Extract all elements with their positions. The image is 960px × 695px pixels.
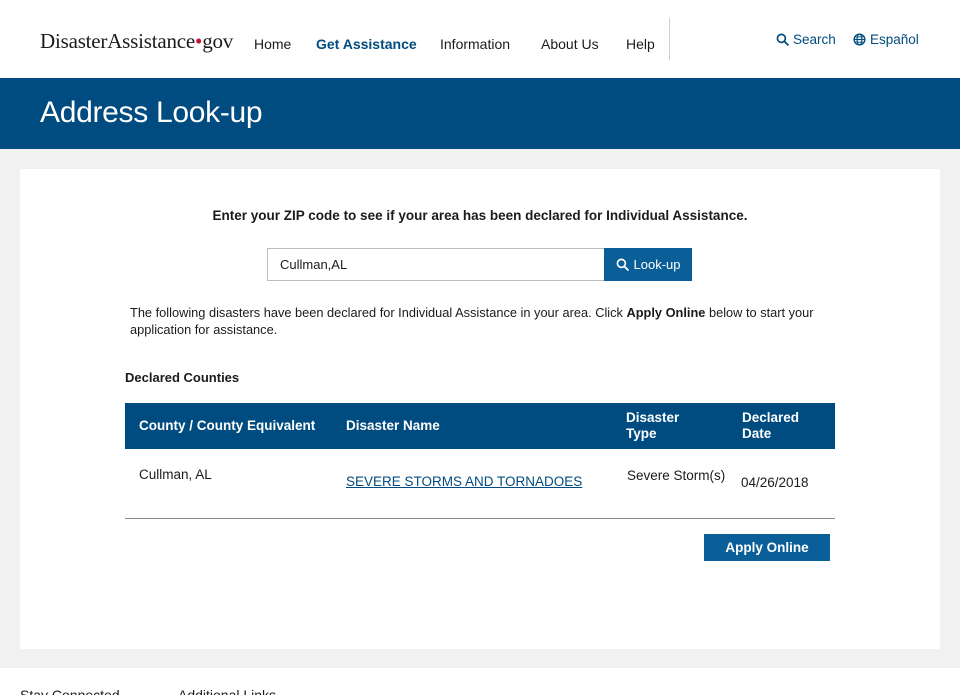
table-row: Cullman, AL SEVERE STORMS AND TORNADOES … xyxy=(125,449,835,519)
page-banner: Address Look-up xyxy=(0,78,960,149)
results-intro-text: The following disasters have been declar… xyxy=(130,305,627,320)
disaster-name-link[interactable]: SEVERE STORMS AND TORNADOES xyxy=(346,474,582,489)
lookup-form: Look-up xyxy=(267,248,692,281)
search-link[interactable]: Search xyxy=(776,32,836,47)
language-link-label: Español xyxy=(870,32,919,47)
cell-disaster-type: Severe Storm(s) xyxy=(612,449,728,519)
cell-declared-date: 04/26/2018 xyxy=(728,449,835,519)
footer-stay-connected: Stay Connected xyxy=(20,687,120,695)
search-link-label: Search xyxy=(793,32,836,47)
nav-information[interactable]: Information xyxy=(440,36,510,52)
site-footer: Stay Connected Additional Links xyxy=(0,668,960,695)
results-intro-bold: Apply Online xyxy=(626,305,706,320)
declared-counties-table: County / County Equivalent Disaster Name… xyxy=(125,403,835,519)
cell-county: Cullman, AL xyxy=(125,449,332,519)
lookup-prompt: Enter your ZIP code to see if your area … xyxy=(212,208,748,223)
results-intro: The following disasters have been declar… xyxy=(130,304,840,338)
lookup-button[interactable]: Look-up xyxy=(604,248,692,281)
zip-input[interactable] xyxy=(267,248,604,281)
lookup-card: Enter your ZIP code to see if your area … xyxy=(20,169,940,649)
language-link[interactable]: Español xyxy=(853,32,919,47)
table-header-row: County / County Equivalent Disaster Name… xyxy=(125,403,835,449)
cell-disaster-name: SEVERE STORMS AND TORNADOES xyxy=(332,449,612,519)
globe-icon xyxy=(853,33,866,46)
nav-get-assistance[interactable]: Get Assistance xyxy=(316,36,417,52)
site-header: DisasterAssistance•gov Home Get Assistan… xyxy=(0,0,960,78)
apply-online-button[interactable]: Apply Online xyxy=(704,534,830,561)
search-icon xyxy=(776,33,789,46)
column-header-county: County / County Equivalent xyxy=(125,403,332,449)
nav-home[interactable]: Home xyxy=(254,36,291,52)
nav-divider xyxy=(669,18,670,60)
site-logo[interactable]: DisasterAssistance•gov xyxy=(40,29,233,54)
search-icon xyxy=(616,258,629,271)
page-title: Address Look-up xyxy=(40,96,263,129)
logo-text-tld: gov xyxy=(202,29,234,53)
declared-counties-heading: Declared Counties xyxy=(125,370,240,385)
nav-help[interactable]: Help xyxy=(626,36,655,52)
footer-additional-links: Additional Links xyxy=(178,687,277,695)
lookup-button-label: Look-up xyxy=(633,257,681,272)
logo-text-main: DisasterAssistance xyxy=(40,29,196,53)
nav-about-us[interactable]: About Us xyxy=(541,36,599,52)
column-header-declared-date: Declared Date xyxy=(728,403,835,449)
column-header-disaster-type: Disaster Type xyxy=(612,403,728,449)
column-header-disaster-name: Disaster Name xyxy=(332,403,612,449)
